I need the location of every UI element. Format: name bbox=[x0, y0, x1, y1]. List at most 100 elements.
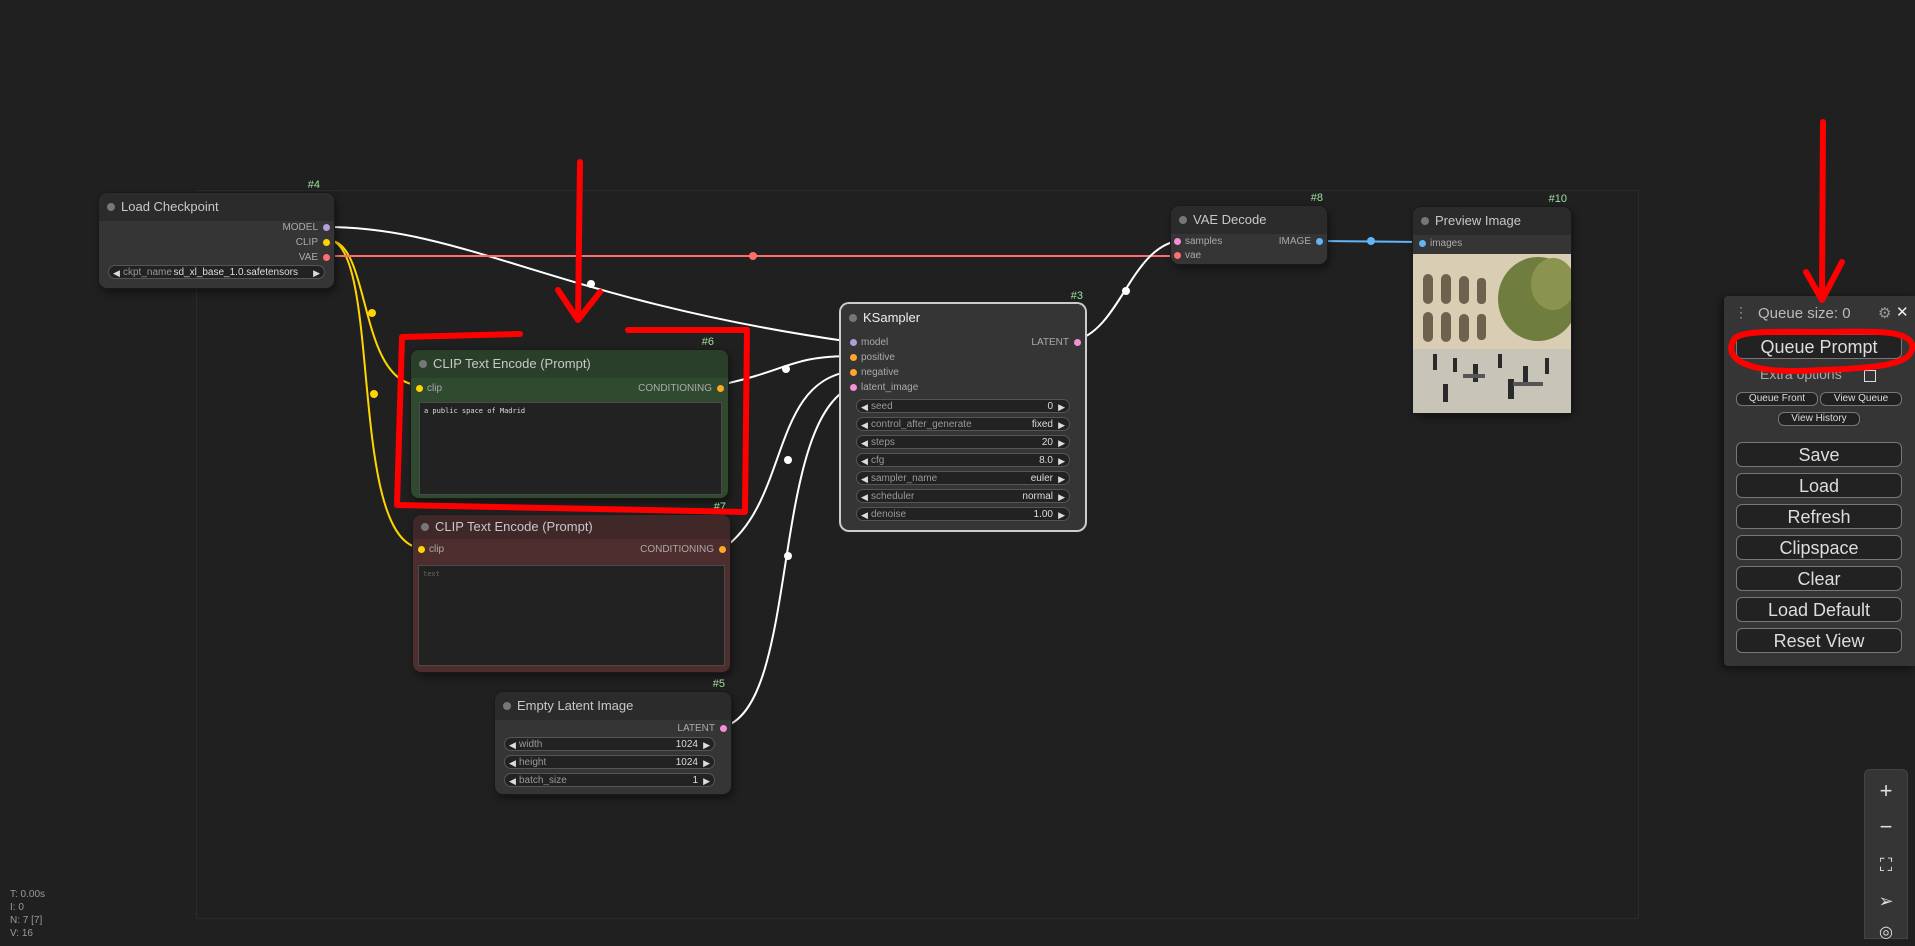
extra-options-checkbox[interactable] bbox=[1864, 370, 1876, 382]
node-clip-text-encode-positive[interactable]: #6 CLIP Text Encode (Prompt) clip CONDIT… bbox=[411, 336, 728, 498]
widget-batch-size[interactable]: ◀ batch_size 1 ▶ bbox=[504, 773, 715, 787]
collapse-dot-icon[interactable] bbox=[1421, 217, 1429, 225]
node-title[interactable]: VAE Decode bbox=[1171, 206, 1327, 234]
widget-denoise[interactable]: ◀ denoise 1.00 ▶ bbox=[856, 507, 1070, 521]
decrement-arrow-icon[interactable]: ◀ bbox=[861, 472, 868, 486]
decrement-arrow-icon[interactable]: ◀ bbox=[509, 738, 516, 752]
locate-icon[interactable]: ➢ bbox=[1873, 888, 1899, 914]
collapse-dot-icon[interactable] bbox=[107, 203, 115, 211]
decrement-arrow-icon[interactable]: ◀ bbox=[861, 508, 868, 522]
increment-arrow-icon[interactable]: ▶ bbox=[703, 774, 710, 788]
widget-scheduler[interactable]: ◀ scheduler normal ▶ bbox=[856, 489, 1070, 503]
node-title[interactable]: Preview Image bbox=[1413, 207, 1571, 235]
node-title[interactable]: Load Checkpoint bbox=[99, 193, 334, 221]
output-latent[interactable]: LATENT bbox=[677, 723, 727, 735]
increment-arrow-icon[interactable]: ▶ bbox=[1058, 490, 1065, 504]
clear-button[interactable]: Clear bbox=[1736, 566, 1902, 591]
decrement-arrow-icon[interactable]: ◀ bbox=[861, 436, 868, 450]
output-clip[interactable]: CLIP bbox=[296, 237, 330, 249]
widget-steps[interactable]: ◀ steps 20 ▶ bbox=[856, 435, 1070, 449]
input-pin-icon[interactable] bbox=[850, 354, 857, 361]
output-vae[interactable]: VAE bbox=[299, 252, 330, 264]
decrement-arrow-icon[interactable]: ◀ bbox=[861, 454, 868, 468]
node-ksampler[interactable]: #3 KSampler model positive negative late… bbox=[841, 290, 1085, 530]
clipspace-button[interactable]: Clipspace bbox=[1736, 535, 1902, 560]
input-clip[interactable]: clip bbox=[416, 383, 442, 395]
increment-arrow-icon[interactable]: ▶ bbox=[1058, 454, 1065, 468]
input-model[interactable]: model bbox=[850, 337, 888, 349]
input-negative[interactable]: negative bbox=[850, 367, 899, 379]
input-pin-icon[interactable] bbox=[850, 384, 857, 391]
view-queue-button[interactable]: View Queue bbox=[1820, 392, 1902, 406]
reset-view-button[interactable]: Reset View bbox=[1736, 628, 1902, 653]
increment-arrow-icon[interactable]: ▶ bbox=[1058, 400, 1065, 414]
input-positive[interactable]: positive bbox=[850, 352, 895, 364]
widget-width[interactable]: ◀ width 1024 ▶ bbox=[504, 737, 715, 751]
widget-seed[interactable]: ◀ seed 0 ▶ bbox=[856, 399, 1070, 413]
input-images[interactable]: images bbox=[1419, 238, 1462, 250]
collapse-dot-icon[interactable] bbox=[503, 702, 511, 710]
gear-icon[interactable]: ⚙ bbox=[1878, 304, 1891, 322]
view-history-button[interactable]: View History bbox=[1778, 412, 1860, 426]
target-icon[interactable]: ◎ bbox=[1873, 920, 1899, 946]
increment-arrow-icon[interactable]: ▶ bbox=[313, 266, 320, 280]
node-load-checkpoint[interactable]: #4 Load Checkpoint MODEL CLIP VAE ◀ ckpt… bbox=[99, 179, 334, 288]
output-pin-icon[interactable] bbox=[720, 725, 727, 732]
close-icon[interactable]: ✕ bbox=[1896, 303, 1909, 321]
output-model[interactable]: MODEL bbox=[282, 222, 330, 234]
input-pin-icon[interactable] bbox=[416, 385, 423, 392]
input-samples[interactable]: samples bbox=[1174, 236, 1222, 248]
node-title[interactable]: CLIP Text Encode (Prompt) bbox=[413, 515, 730, 539]
queue-front-button[interactable]: Queue Front bbox=[1736, 392, 1818, 406]
increment-arrow-icon[interactable]: ▶ bbox=[1058, 508, 1065, 522]
increment-arrow-icon[interactable]: ▶ bbox=[1058, 418, 1065, 432]
save-button[interactable]: Save bbox=[1736, 442, 1902, 467]
decrement-arrow-icon[interactable]: ◀ bbox=[509, 756, 516, 770]
input-vae[interactable]: vae bbox=[1174, 250, 1201, 262]
decrement-arrow-icon[interactable]: ◀ bbox=[113, 266, 120, 280]
output-pin-icon[interactable] bbox=[323, 254, 330, 261]
decrement-arrow-icon[interactable]: ◀ bbox=[509, 774, 516, 788]
collapse-dot-icon[interactable] bbox=[419, 360, 427, 368]
output-pin-icon[interactable] bbox=[719, 546, 726, 553]
output-pin-icon[interactable] bbox=[323, 239, 330, 246]
input-clip[interactable]: clip bbox=[418, 544, 444, 556]
collapse-dot-icon[interactable] bbox=[1179, 216, 1187, 224]
increment-arrow-icon[interactable]: ▶ bbox=[703, 738, 710, 752]
widget-height[interactable]: ◀ height 1024 ▶ bbox=[504, 755, 715, 769]
prompt-textarea[interactable]: a public space of Madrid bbox=[419, 402, 722, 495]
decrement-arrow-icon[interactable]: ◀ bbox=[861, 418, 868, 432]
zoom-out-icon[interactable]: − bbox=[1873, 814, 1899, 840]
output-pin-icon[interactable] bbox=[323, 224, 330, 231]
decrement-arrow-icon[interactable]: ◀ bbox=[861, 490, 868, 504]
output-pin-icon[interactable] bbox=[717, 385, 724, 392]
load-default-button[interactable]: Load Default bbox=[1736, 597, 1902, 622]
fit-view-icon[interactable]: ⛶ bbox=[1873, 852, 1899, 878]
input-pin-icon[interactable] bbox=[850, 339, 857, 346]
queue-prompt-button[interactable]: Queue Prompt bbox=[1736, 334, 1902, 359]
output-pin-icon[interactable] bbox=[1316, 238, 1323, 245]
input-pin-icon[interactable] bbox=[850, 369, 857, 376]
node-clip-text-encode-negative[interactable]: #7 CLIP Text Encode (Prompt) clip CONDIT… bbox=[413, 501, 730, 672]
input-latent-image[interactable]: latent_image bbox=[850, 382, 918, 394]
refresh-button[interactable]: Refresh bbox=[1736, 504, 1902, 529]
decrement-arrow-icon[interactable]: ◀ bbox=[861, 400, 868, 414]
increment-arrow-icon[interactable]: ▶ bbox=[1058, 436, 1065, 450]
prompt-textarea[interactable]: text bbox=[418, 565, 725, 666]
widget-sampler-name[interactable]: ◀ sampler_name euler ▶ bbox=[856, 471, 1070, 485]
input-pin-icon[interactable] bbox=[418, 546, 425, 553]
input-pin-icon[interactable] bbox=[1174, 238, 1181, 245]
collapse-dot-icon[interactable] bbox=[421, 523, 429, 531]
load-button[interactable]: Load bbox=[1736, 473, 1902, 498]
collapse-dot-icon[interactable] bbox=[849, 314, 857, 322]
node-empty-latent-image[interactable]: #5 Empty Latent Image LATENT ◀ width 1024 ▶… bbox=[495, 678, 731, 794]
widget-control-after-generate[interactable]: ◀ control_after_generate fixed ▶ bbox=[856, 417, 1070, 431]
output-latent[interactable]: LATENT bbox=[1031, 337, 1081, 349]
node-title[interactable]: KSampler bbox=[841, 304, 1085, 332]
node-preview-image[interactable]: #10 Preview Image images bbox=[1413, 193, 1571, 413]
node-title[interactable]: Empty Latent Image bbox=[495, 692, 731, 720]
node-title[interactable]: CLIP Text Encode (Prompt) bbox=[411, 350, 728, 378]
node-vae-decode[interactable]: #8 VAE Decode samples vae IMAGE bbox=[1171, 192, 1327, 264]
output-pin-icon[interactable] bbox=[1074, 339, 1081, 346]
increment-arrow-icon[interactable]: ▶ bbox=[703, 756, 710, 770]
